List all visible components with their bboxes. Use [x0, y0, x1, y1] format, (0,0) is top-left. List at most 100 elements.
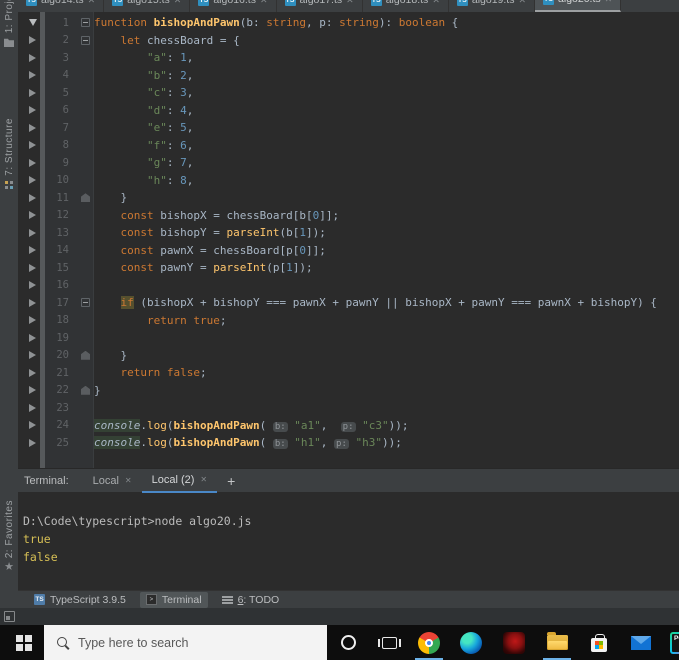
- line-number[interactable]: 4: [45, 69, 77, 81]
- start-button[interactable]: [8, 625, 40, 660]
- code-line[interactable]: 16: [18, 277, 679, 295]
- code-area[interactable]: 1function bishopAndPawn(b: string, p: st…: [18, 14, 679, 452]
- code-line[interactable]: 25console.log(bishopAndPawn( b: "h1", p:…: [18, 434, 679, 452]
- chevron-right-icon[interactable]: [29, 369, 36, 377]
- line-number[interactable]: 23: [45, 402, 77, 414]
- chevron-right-icon[interactable]: [29, 316, 36, 324]
- tree-node[interactable]: [18, 194, 45, 202]
- line-number[interactable]: 17: [45, 297, 77, 309]
- toolwindow-button-terminal[interactable]: >Terminal: [140, 592, 208, 608]
- editor-tab[interactable]: TSalgo14.ts✕: [18, 0, 104, 12]
- code-editor[interactable]: 1function bishopAndPawn(b: string, p: st…: [18, 12, 679, 468]
- taskbar-button-cortana[interactable]: [330, 625, 366, 660]
- line-number[interactable]: 21: [45, 367, 77, 379]
- tree-node[interactable]: [18, 89, 45, 97]
- chevron-right-icon[interactable]: [29, 264, 36, 272]
- line-number[interactable]: 12: [45, 209, 77, 221]
- tree-node[interactable]: [18, 299, 45, 307]
- close-icon[interactable]: ✕: [200, 475, 207, 484]
- code-line[interactable]: 7 "e": 5,: [18, 119, 679, 137]
- tree-node[interactable]: [18, 316, 45, 324]
- line-number[interactable]: 24: [45, 419, 77, 431]
- toolwindow-button-typescript-3-9-5[interactable]: TSTypeScript 3.9.5: [28, 592, 132, 608]
- chevron-right-icon[interactable]: [29, 194, 36, 202]
- line-number[interactable]: 8: [45, 139, 77, 151]
- chevron-right-icon[interactable]: [29, 281, 36, 289]
- editor-tab[interactable]: TSalgo20.ts✕: [535, 0, 621, 12]
- line-number[interactable]: 3: [45, 52, 77, 64]
- chevron-right-icon[interactable]: [29, 89, 36, 97]
- chevron-right-icon[interactable]: [29, 299, 36, 307]
- sidebar-item-favorites[interactable]: 2: Favorites ★: [0, 500, 18, 572]
- close-icon[interactable]: ✕: [346, 0, 354, 5]
- code-line[interactable]: 22}: [18, 382, 679, 400]
- code-line[interactable]: 15 const pawnY = parseInt(p[1]);: [18, 259, 679, 277]
- line-number[interactable]: 5: [45, 87, 77, 99]
- line-number[interactable]: 9: [45, 157, 77, 169]
- chevron-right-icon[interactable]: [29, 334, 36, 342]
- chevron-down-icon[interactable]: [29, 19, 37, 26]
- editor-tab[interactable]: TSalgo18.ts✕: [363, 0, 449, 12]
- code-line[interactable]: 1function bishopAndPawn(b: string, p: st…: [18, 14, 679, 32]
- toolwindow-button-6-todo[interactable]: 6: TODO: [216, 592, 286, 608]
- tree-node[interactable]: [18, 54, 45, 62]
- tree-node[interactable]: [18, 351, 45, 359]
- taskbar-button-red-app[interactable]: [496, 625, 532, 660]
- code-line[interactable]: 11 }: [18, 189, 679, 207]
- line-number[interactable]: 22: [45, 384, 77, 396]
- tree-node[interactable]: [18, 421, 45, 429]
- close-icon[interactable]: ✕: [88, 0, 96, 5]
- chevron-right-icon[interactable]: [29, 421, 36, 429]
- code-line[interactable]: 17 if (bishopX + bishopY === pawnX + paw…: [18, 294, 679, 312]
- line-number[interactable]: 13: [45, 227, 77, 239]
- tree-node[interactable]: [18, 229, 45, 237]
- chevron-right-icon[interactable]: [29, 106, 36, 114]
- line-number[interactable]: 6: [45, 104, 77, 116]
- editor-tab[interactable]: TSalgo16.ts✕: [190, 0, 276, 12]
- line-number[interactable]: 2: [45, 34, 77, 46]
- taskbar-button-edge[interactable]: [453, 625, 489, 660]
- code-line[interactable]: 8 "f": 6,: [18, 137, 679, 155]
- close-icon[interactable]: ✕: [518, 0, 526, 5]
- code-line[interactable]: 2 let chessBoard = {: [18, 32, 679, 50]
- sidebar-item-structure[interactable]: 7: Structure: [0, 118, 18, 190]
- code-line[interactable]: 6 "d": 4,: [18, 102, 679, 120]
- chevron-right-icon[interactable]: [29, 36, 36, 44]
- chevron-right-icon[interactable]: [29, 211, 36, 219]
- tree-node[interactable]: [18, 36, 45, 44]
- code-line[interactable]: 10 "h": 8,: [18, 172, 679, 190]
- line-number[interactable]: 16: [45, 279, 77, 291]
- search-input[interactable]: [70, 636, 327, 650]
- code-line[interactable]: 18 return true;: [18, 312, 679, 330]
- code-line[interactable]: 13 const bishopY = parseInt(b[1]);: [18, 224, 679, 242]
- taskbar-button-chrome[interactable]: [411, 625, 447, 660]
- code-line[interactable]: 19: [18, 329, 679, 347]
- close-icon[interactable]: ✕: [605, 0, 613, 4]
- close-icon[interactable]: ✕: [260, 0, 268, 5]
- tree-node[interactable]: [18, 439, 45, 447]
- tree-node[interactable]: [18, 106, 45, 114]
- code-line[interactable]: 5 "c": 3,: [18, 84, 679, 102]
- terminal-tab[interactable]: Local (2)✕: [142, 469, 218, 493]
- line-number[interactable]: 7: [45, 122, 77, 134]
- tree-node[interactable]: [18, 159, 45, 167]
- code-line[interactable]: 24console.log(bishopAndPawn( b: "a1", p:…: [18, 417, 679, 435]
- chevron-right-icon[interactable]: [29, 229, 36, 237]
- toolwindow-switcher-icon[interactable]: [4, 611, 15, 622]
- close-icon[interactable]: ✕: [125, 476, 132, 485]
- tree-node[interactable]: [18, 246, 45, 254]
- chevron-right-icon[interactable]: [29, 141, 36, 149]
- tree-node[interactable]: [18, 334, 45, 342]
- add-terminal-tab-button[interactable]: +: [227, 473, 235, 489]
- line-number[interactable]: 11: [45, 192, 77, 204]
- line-number[interactable]: 1: [45, 17, 77, 29]
- close-icon[interactable]: ✕: [174, 0, 182, 5]
- chevron-right-icon[interactable]: [29, 54, 36, 62]
- tree-node[interactable]: [18, 124, 45, 132]
- tree-node[interactable]: [18, 404, 45, 412]
- chevron-right-icon[interactable]: [29, 71, 36, 79]
- terminal-tab[interactable]: Local✕: [83, 469, 142, 493]
- editor-tab[interactable]: TSalgo19.ts✕: [449, 0, 535, 12]
- line-number[interactable]: 15: [45, 262, 77, 274]
- taskbar-button-microsoft-store[interactable]: [581, 625, 617, 660]
